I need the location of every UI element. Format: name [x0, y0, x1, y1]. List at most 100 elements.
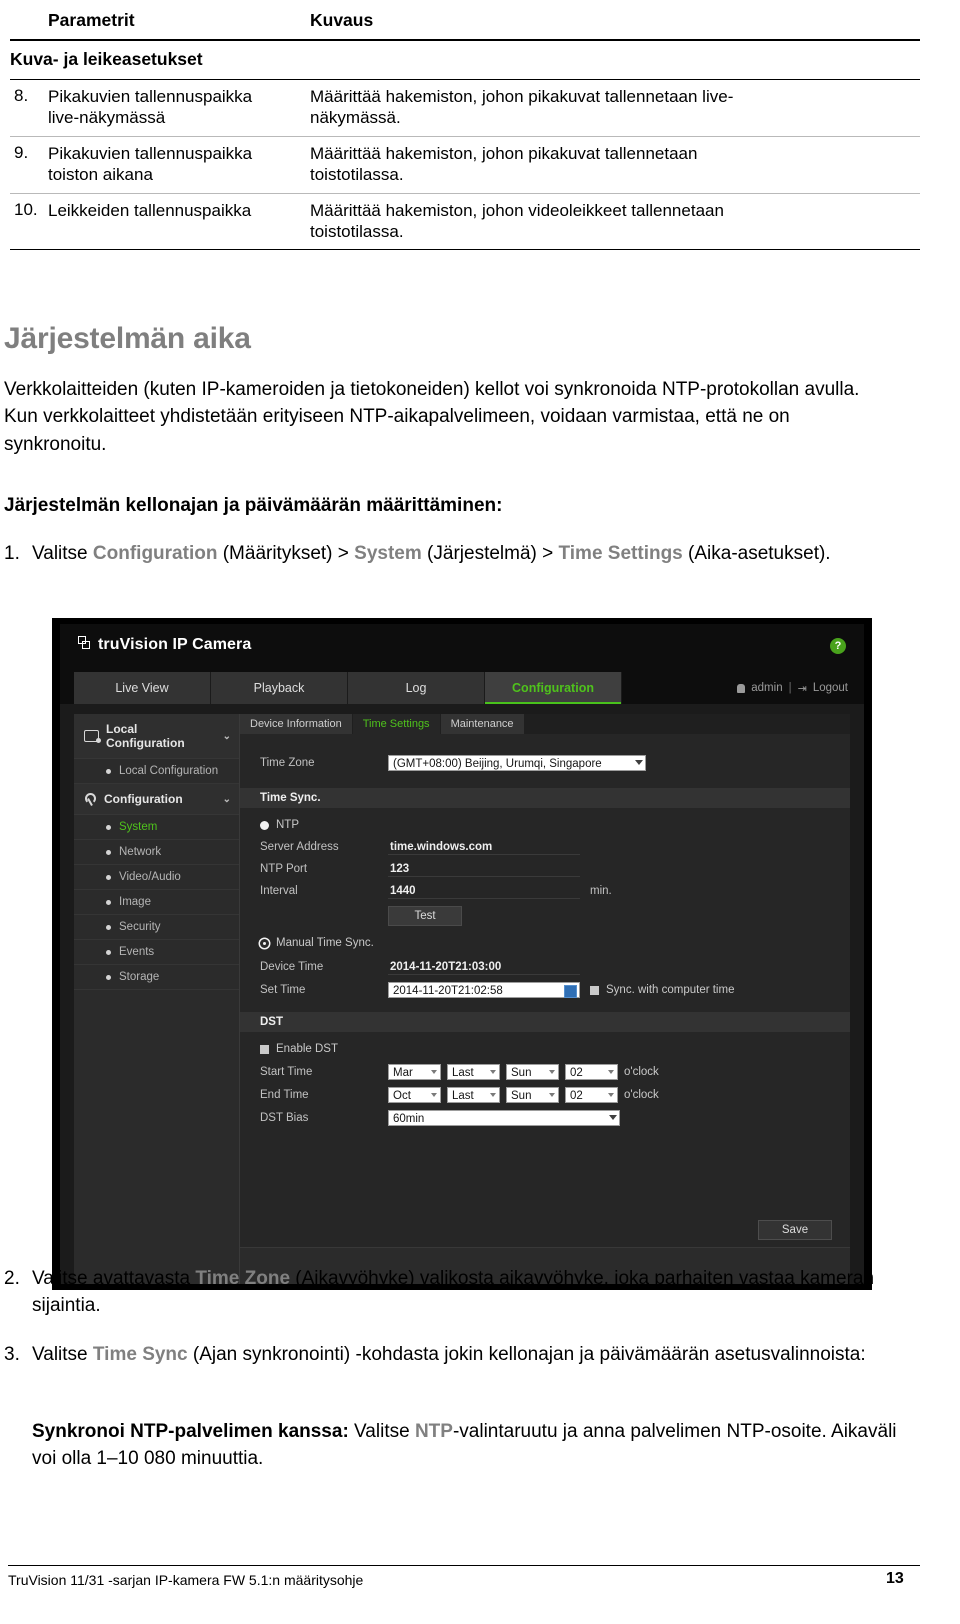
end-time-week-select[interactable]: Last [447, 1086, 500, 1103]
chevron-down-icon [490, 1069, 496, 1074]
camera-brand-bar: truVision IP Camera ? [60, 624, 864, 672]
subtab-device-information[interactable]: Device Information [240, 714, 353, 734]
row-description-line: Määrittää hakemiston, johon videoleikkee… [310, 200, 724, 220]
subtab-time-settings[interactable]: Time Settings [352, 714, 441, 734]
nav-tab-configuration[interactable]: Configuration [485, 672, 622, 704]
sidebar-item-label: Image [119, 896, 151, 908]
sidebar-item-label: Video/Audio [119, 871, 181, 883]
step-text-part: Valitse [32, 543, 93, 564]
start-time-hour-select[interactable]: 02 [565, 1063, 618, 1080]
start-time-week-value: Last [452, 1066, 474, 1079]
ntp-port-input[interactable]: 123 [388, 861, 580, 877]
start-time-unit: o'clock [624, 1065, 659, 1078]
logout-link[interactable]: Logout [813, 682, 848, 694]
page-title: Järjestelmän aika [4, 322, 251, 355]
save-button[interactable]: Save [758, 1220, 832, 1240]
table-section-row: Kuva- ja leikeasetukset [10, 40, 920, 80]
start-time-day-select[interactable]: Sun [506, 1063, 559, 1080]
calendar-icon[interactable] [564, 985, 577, 998]
device-time-label: Device Time [260, 961, 324, 973]
bullet-icon [106, 768, 111, 774]
sidebar-group-label: Local Configuration [106, 722, 185, 750]
sub-heading: Järjestelmän kellonajan ja päivämäärän m… [4, 495, 503, 516]
time-settings-form: Time Zone (GMT+08:00) Beijing, Urumqi, S… [240, 734, 850, 1129]
row-parameter: Pikakuvien tallennuspaikka toiston aikan… [48, 136, 310, 193]
server-address-input[interactable]: time.windows.com [388, 839, 580, 855]
dst-bias-select[interactable]: 60min [388, 1109, 620, 1126]
chevron-down-icon [490, 1092, 496, 1097]
ntp-radio[interactable] [260, 820, 269, 830]
section-dst: DST [240, 1012, 850, 1032]
footer-document-title: TruVision 11/31 -sarjan IP-kamera FW 5.1… [8, 1572, 364, 1588]
step-text-part: (Aika-asetukset). [682, 543, 831, 564]
manual-time-sync-label: Manual Time Sync. [276, 937, 374, 949]
step-text-part: (Määritykset) > [217, 543, 355, 564]
chevron-down-icon [608, 1069, 614, 1074]
ntp-port-label: NTP Port [260, 863, 308, 875]
set-time-label: Set Time [260, 984, 306, 996]
enable-dst-checkbox[interactable] [260, 1044, 269, 1054]
end-time-month-select[interactable]: Oct [388, 1086, 441, 1103]
sidebar-group-local-configuration[interactable]: Local Configuration ⌄ [74, 714, 239, 759]
row-device-time: Device Time 2014-11-20T21:03:00 [240, 956, 850, 978]
time-zone-select[interactable]: (GMT+08:00) Beijing, Urumqi, Singapore [388, 755, 646, 771]
help-icon[interactable]: ? [830, 638, 846, 654]
end-time-label: End Time [260, 1088, 309, 1101]
sidebar-item-system[interactable]: System [74, 815, 239, 840]
bullet-icon [106, 949, 111, 955]
row-enable-dst: Enable DST [240, 1038, 850, 1060]
nav-tab-playback[interactable]: Playback [211, 672, 348, 704]
test-button[interactable]: Test [388, 906, 462, 926]
row-dst-bias: DST Bias 60min [240, 1106, 850, 1129]
sidebar-item-image[interactable]: Image [74, 890, 239, 915]
end-time-week-value: Last [452, 1089, 474, 1102]
bullet-icon [106, 849, 111, 855]
chevron-down-icon [608, 1092, 614, 1097]
sidebar-group-label: Configuration [104, 792, 183, 806]
end-time-day-select[interactable]: Sun [506, 1086, 559, 1103]
footer-divider [8, 1565, 920, 1566]
set-time-value: 2014-11-20T21:02:58 [393, 985, 503, 997]
camera-ui-viewport: truVision IP Camera ? Live View Playback… [60, 624, 864, 1284]
sidebar-item-label: Security [119, 921, 161, 933]
time-zone-label: Time Zone [260, 757, 315, 769]
row-dst-start-time: Start Time Mar Last Sun 02 o'clock [240, 1060, 850, 1083]
sidebar-item-video-audio[interactable]: Video/Audio [74, 865, 239, 890]
table-header-parametrit: Parametrit [48, 10, 135, 30]
chevron-down-icon [609, 1114, 617, 1120]
table-row: 8. Pikakuvien tallennuspaikka live-näkym… [10, 80, 920, 137]
bullet-icon [106, 824, 111, 830]
end-time-hour-select[interactable]: 02 [565, 1086, 618, 1103]
sync-computer-checkbox[interactable] [590, 985, 599, 995]
ui-term-time-settings: Time Settings [558, 543, 683, 564]
start-time-week-select[interactable]: Last [447, 1063, 500, 1080]
sidebar-item-events[interactable]: Events [74, 940, 239, 965]
sidebar-item-local-configuration[interactable]: Local Configuration [74, 759, 239, 784]
row-description-line: toistotilassa. [310, 165, 404, 185]
ntp-label: NTP [276, 819, 299, 831]
server-address-label: Server Address [260, 841, 339, 853]
sidebar-item-security[interactable]: Security [74, 915, 239, 940]
sidebar-item-label: Storage [119, 971, 160, 983]
sidebar-group-configuration[interactable]: Configuration ⌄ [74, 784, 239, 815]
row-interval: Interval 1440 min. [240, 880, 850, 902]
camera-brand-text: truVision IP Camera [98, 636, 252, 653]
interval-unit: min. [590, 885, 612, 897]
sidebar-item-network[interactable]: Network [74, 840, 239, 865]
row-description-line: Määrittää hakemiston, johon pikakuvat ta… [310, 87, 734, 106]
sidebar-item-storage[interactable]: Storage [74, 965, 239, 990]
substep-ntp: Synkronoi NTP-palvelimen kanssa: Valitse… [32, 1418, 912, 1473]
chevron-down-icon [549, 1092, 555, 1097]
truvision-logo-icon [78, 636, 91, 650]
nav-tab-live-view[interactable]: Live View [74, 672, 211, 704]
interval-input[interactable]: 1440 [388, 883, 580, 899]
start-time-month-select[interactable]: Mar [388, 1063, 441, 1080]
interval-label: Interval [260, 885, 298, 897]
nav-tab-log[interactable]: Log [348, 672, 485, 704]
table-section-title: Kuva- ja leikeasetukset [10, 49, 203, 69]
row-dst-end-time: End Time Oct Last Sun 02 o'clock [240, 1083, 850, 1106]
set-time-input[interactable]: 2014-11-20T21:02:58 [388, 982, 580, 998]
section-time-sync: Time Sync. [240, 788, 850, 808]
manual-time-sync-radio[interactable] [260, 938, 269, 948]
subtab-maintenance[interactable]: Maintenance [440, 714, 525, 734]
